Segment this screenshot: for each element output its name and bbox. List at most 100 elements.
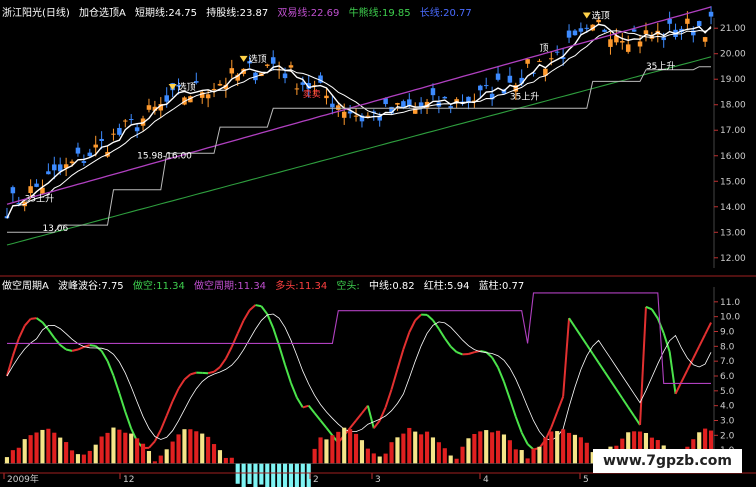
osc-segment	[597, 362, 606, 373]
candle-body	[661, 37, 666, 41]
histogram-bar	[81, 454, 86, 464]
osc-purple-line	[7, 292, 711, 384]
histogram-bar	[495, 430, 501, 464]
histogram-bar	[490, 432, 495, 464]
candle-body	[478, 85, 483, 91]
osc-segment	[165, 400, 174, 417]
histogram-bar	[543, 437, 548, 464]
candle-body	[578, 28, 584, 32]
histogram-bar	[52, 432, 57, 464]
histogram-bar	[578, 437, 583, 464]
candle-body	[608, 39, 613, 47]
histogram-bar	[16, 447, 21, 464]
histogram-bar	[46, 428, 51, 464]
osc-segment	[171, 388, 180, 402]
candle-body	[667, 18, 672, 24]
histogram-bar	[176, 434, 181, 464]
osc-segment	[503, 381, 511, 400]
red-bar-label: 红柱:5.94	[423, 281, 470, 292]
histogram-bar	[566, 432, 572, 464]
sell-signal-marker	[239, 55, 248, 62]
candle-body	[554, 51, 560, 53]
histogram-bar	[507, 440, 512, 464]
bullbear-line-label: 双易线:22.69	[277, 8, 340, 19]
candle-body	[87, 152, 93, 157]
candle-body	[294, 88, 300, 90]
osc-tick-label: 5.0	[720, 387, 735, 397]
osc-segment	[366, 405, 375, 429]
candle-body	[495, 73, 501, 80]
osc-segment	[106, 360, 115, 376]
osc-segment	[390, 368, 399, 390]
histogram-bar	[288, 463, 294, 487]
histogram-bar	[454, 458, 459, 464]
osc-segment	[260, 305, 269, 315]
osc-tick-label: 2.0	[720, 431, 735, 441]
histogram-bar	[353, 433, 359, 464]
price-tick-label: 12.00	[720, 254, 746, 264]
osc-segment	[290, 382, 298, 398]
osc-tick-label: 7.0	[720, 357, 735, 367]
candle-body	[708, 11, 714, 17]
price-panel: 12.00 13.00 14.00 15.00 16.00 17.00 18.00 19.00…	[4, 6, 746, 268]
osc-segment	[17, 325, 26, 339]
candle-body	[211, 88, 217, 91]
chart-canvas: 12.00 13.00 14.00 15.00 16.00 17.00 18.00 19.00…	[0, 6, 756, 487]
price-tick-label: 20.00	[720, 50, 746, 60]
candle-body	[146, 105, 152, 110]
histogram-bar	[348, 429, 353, 464]
histogram-bar	[442, 448, 447, 464]
histogram-bar	[389, 442, 394, 464]
histogram-bar	[519, 450, 524, 464]
histogram-bar	[28, 435, 33, 464]
histogram-bar	[75, 454, 81, 464]
osc-segment	[497, 367, 505, 383]
hold-ma-line	[6, 27, 712, 219]
hold-line-label: 持股线:23.87	[206, 8, 269, 19]
price-annotation: 15.98-16.00	[137, 151, 192, 161]
histogram-bar	[525, 458, 530, 464]
histogram-bar	[105, 432, 110, 464]
histogram-bar	[188, 429, 193, 464]
candle-body	[448, 106, 453, 108]
osc-segment	[124, 411, 133, 430]
histogram-bar	[336, 431, 341, 464]
osc-segment	[514, 416, 523, 434]
osc-segment	[71, 348, 79, 352]
candle-body	[566, 30, 572, 38]
osc-segment	[153, 429, 162, 442]
osc-segment	[219, 358, 227, 368]
price-tick-label: 14.00	[720, 203, 746, 213]
signal-label: 选顶	[592, 10, 610, 22]
histogram-bar	[140, 443, 146, 464]
sell-signal-marker	[168, 83, 177, 90]
bull-line-label: 牛熊线:19.85	[348, 8, 411, 19]
osc-segment	[609, 379, 618, 390]
histogram-bar	[561, 429, 566, 464]
osc-segment	[692, 345, 701, 359]
histogram-bar	[34, 432, 39, 464]
osc-segment	[651, 308, 659, 319]
histogram-bar	[164, 449, 169, 464]
histogram-bar	[448, 455, 453, 464]
signal-label: 选顶	[249, 53, 267, 65]
histogram-bar	[324, 439, 329, 464]
histogram-bar	[211, 444, 217, 464]
histogram-bar	[93, 444, 98, 464]
candle-body	[330, 103, 335, 108]
histogram-bar	[170, 441, 175, 464]
candle-body	[217, 83, 223, 86]
price-tick-label: 21.00	[720, 24, 746, 34]
price-annotation: 顶	[539, 43, 548, 54]
osc-segment	[89, 344, 96, 347]
candle-body	[336, 105, 341, 110]
candle-body	[111, 133, 116, 135]
osc-indicator-name: 做空周期A	[2, 281, 49, 292]
osc-segment	[230, 333, 239, 348]
osc-segment	[574, 326, 582, 337]
osc-segment	[396, 349, 405, 370]
signal-label: 选顶	[178, 81, 196, 93]
histogram-bar	[64, 442, 69, 464]
histogram-bar	[271, 463, 276, 487]
osc-segment	[508, 398, 517, 418]
